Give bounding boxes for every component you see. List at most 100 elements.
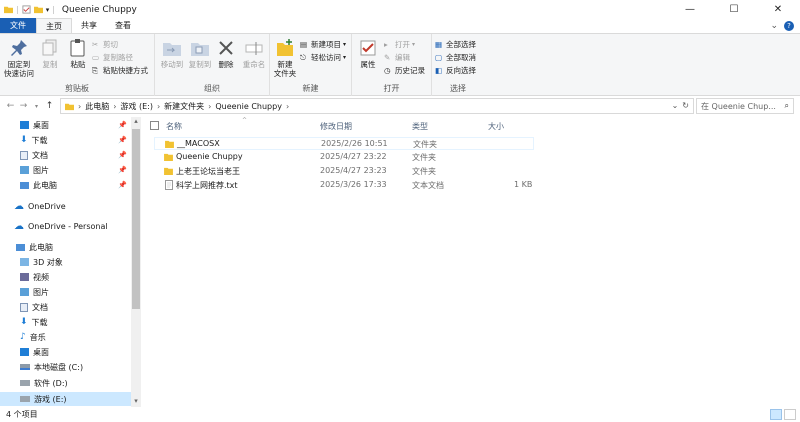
sort-caret-icon: ^ [242,117,248,124]
breadcrumb-this-pc[interactable]: 此电脑 [85,101,109,112]
select-none-button[interactable]: ▢ 全部取消 [435,51,476,63]
nav-item-pc-downloads[interactable]: ⬇ 下载 [0,315,131,329]
open-button[interactable]: ▸ 打开 ▾ [384,38,415,50]
copy-to-icon [191,43,209,56]
title-bar: | ▾ | Queenie Chuppy — ☐ ✕ [0,0,800,19]
breadcrumb-new-folder[interactable]: 新建文件夹 [164,101,204,112]
paste-shortcut-button[interactable]: ⎘ 粘贴快捷方式 [92,64,148,76]
edit-icon: ✎ [384,52,391,62]
edit-button[interactable]: ✎ 编辑 [384,51,410,63]
properties-button[interactable]: 属性 [354,38,382,69]
forward-arrow-icon[interactable]: → [17,101,30,111]
3d-objects-icon [20,258,29,266]
open-group-label: 打开 [383,84,400,93]
tab-home[interactable]: 主页 [36,18,72,33]
nav-item-videos[interactable]: 视频 [0,270,131,284]
recent-locations-icon[interactable]: ▾ [30,103,43,110]
organize-group-label: 组织 [204,84,220,93]
large-icons-view-icon[interactable] [784,409,796,420]
column-header-modified[interactable]: 修改日期 [320,121,352,132]
nav-item-desktop[interactable]: 桌面 📌 [0,118,131,132]
select-group-label: 选择 [450,84,466,93]
nav-item-this-pc-quick[interactable]: 此电脑 📌 [0,178,131,192]
new-item-button[interactable]: ▤ 新建项目 ▾ [300,38,346,50]
pin-icon: 📌 [118,136,127,144]
select-group: ▦ 全部选择 ▢ 全部取消 ◧ 反向选择 选择 [432,34,484,96]
clipboard-group: 固定到 快速访问 复制 粘贴 ✂ 剪切 ▭ 复制路径 ⎘ 粘贴快捷方式 剪贴板 [0,34,155,96]
file-row[interactable]: __MACOSX 2025/2/26 10:51 文件夹 [154,137,534,150]
help-icon[interactable]: ? [784,21,794,31]
tab-file[interactable]: 文件 [0,18,36,33]
minimize-button[interactable]: — [668,0,712,19]
nav-item-3d-objects[interactable]: 3D 对象 [0,255,131,269]
pin-quick-access-button[interactable]: 固定到 快速访问 [3,38,35,78]
file-row[interactable]: 上老王论坛当老王 2025/4/27 23:23 文件夹 [154,165,534,178]
copy-path-button[interactable]: ▭ 复制路径 [92,51,133,63]
tab-view[interactable]: 查看 [106,18,140,33]
scroll-down-icon[interactable]: ▾ [131,397,141,407]
breadcrumb-current[interactable]: Queenie Chuppy [215,102,282,111]
column-header-name[interactable]: 名称 [166,121,182,132]
nav-scrollbar[interactable]: ▴ ▾ [131,117,141,407]
copy-button[interactable]: 复制 [36,38,64,69]
nav-item-this-pc[interactable]: 此电脑 [0,240,131,254]
column-header-size[interactable]: 大小 [488,121,504,132]
paste-shortcut-icon: ⎘ [92,65,98,75]
file-name: Queenie Chuppy [176,152,243,161]
delete-button[interactable]: 删除 [213,38,239,69]
search-icon: ⌕ [784,101,789,110]
nav-item-music[interactable]: ♪ 音乐 [0,330,131,344]
maximize-button[interactable]: ☐ [712,0,756,19]
folder-icon [65,103,74,110]
collapse-ribbon-icon[interactable]: ⌄ [770,21,778,31]
easy-access-button[interactable]: ⎋ 轻松访问 ▾ [300,51,346,63]
cut-button[interactable]: ✂ 剪切 [92,38,118,50]
new-folder-quick-icon[interactable] [33,5,43,14]
copy-to-button[interactable]: 复制到 [185,38,215,69]
close-button[interactable]: ✕ [756,0,800,19]
nav-item-drive-e[interactable]: 游戏 (E:) [0,392,131,406]
tab-share[interactable]: 共享 [72,18,106,33]
select-all-button[interactable]: ▦ 全部选择 [435,38,476,50]
history-button[interactable]: ◷ 历史记录 [384,64,425,76]
rename-button[interactable]: 重命名 [239,38,269,69]
nav-item-drive-c[interactable]: 本地磁盘 (C:) [0,360,131,374]
nav-item-pictures[interactable]: 图片 📌 [0,163,131,177]
refresh-icon[interactable]: ↻ [682,101,689,110]
details-view-icon[interactable] [770,409,782,420]
breadcrumb-drive-e[interactable]: 游戏 (E:) [120,101,153,112]
properties-quick-icon[interactable] [22,5,31,14]
easy-access-icon: ⎋ [300,52,306,62]
move-to-button[interactable]: 移动到 [157,38,187,69]
up-arrow-icon[interactable]: ↑ [43,101,56,111]
nav-item-downloads[interactable]: ⬇ 下载 📌 [0,133,131,147]
document-icon [20,150,28,160]
file-list: 名称 ^ 修改日期 类型 大小 __MACOSX 2025/2/26 10:51… [146,117,800,407]
pin-icon: 📌 [118,121,127,129]
folder-icon [164,167,173,175]
search-input[interactable]: 在 Queenie Chup... ⌕ [696,98,794,114]
column-header-type[interactable]: 类型 [412,121,428,132]
nav-item-drive-d[interactable]: 软件 (D:) [0,376,131,390]
nav-item-onedrive-personal[interactable]: ☁ OneDrive - Personal [0,219,131,233]
nav-item-pc-pictures[interactable]: 图片 [0,285,131,299]
nav-item-pc-desktop[interactable]: 桌面 [0,345,131,359]
address-bar[interactable]: › 此电脑 › 游戏 (E:) › 新建文件夹 › Queenie Chuppy… [60,98,694,114]
back-arrow-icon[interactable]: ← [4,101,17,111]
scrollbar-thumb[interactable] [132,129,140,309]
quick-access-dropdown-icon[interactable]: ▾ [46,6,50,14]
nav-item-pc-documents[interactable]: 文档 [0,300,131,314]
nav-item-documents[interactable]: 文档 📌 [0,148,131,162]
pin-icon [11,40,27,56]
rename-icon [245,42,263,55]
select-all-checkbox[interactable] [150,121,159,130]
file-row[interactable]: 科学上网推荐.txt 2025/3/26 17:33 文本文档 1 KB [154,179,534,192]
scroll-up-icon[interactable]: ▴ [131,117,141,127]
invert-selection-button[interactable]: ◧ 反向选择 [435,64,476,76]
new-folder-button[interactable]: 新建 文件夹 [270,38,300,78]
file-row[interactable]: Queenie Chuppy 2025/4/27 23:22 文件夹 [154,151,534,164]
address-dropdown-icon[interactable]: ⌄ [672,101,679,110]
nav-item-onedrive[interactable]: ☁ OneDrive [0,199,131,213]
paste-button[interactable]: 粘贴 [64,38,92,69]
drive-icon [20,396,30,402]
